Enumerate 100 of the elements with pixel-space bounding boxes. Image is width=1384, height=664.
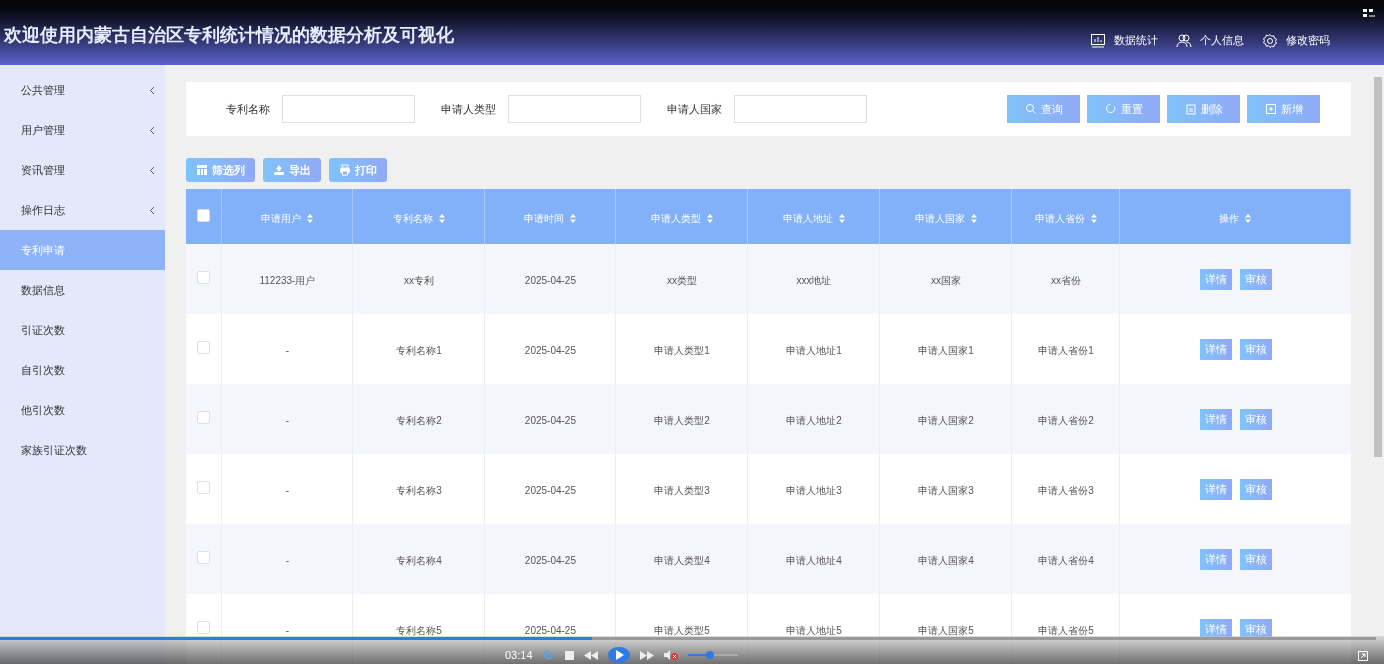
table-cell: 申请人国家3 <box>918 485 974 496</box>
table-cell: 112233-用户 <box>259 275 316 286</box>
settings-icon <box>1262 32 1278 49</box>
fullscreen-icon <box>1362 8 1376 20</box>
table-cell: 2025-04-25 <box>524 555 576 566</box>
table-cell: xx国家 <box>930 275 961 286</box>
repeat-icon <box>542 649 555 662</box>
field-label: 申请人类型 <box>440 101 496 117</box>
table-cell: xx专利 <box>403 275 434 286</box>
rewind-icon <box>583 650 598 660</box>
column-header[interactable]: 操作 <box>1219 210 1252 226</box>
action-button[interactable]: 新增 <box>1247 95 1321 123</box>
nav-link[interactable]: 修改密码 <box>1262 32 1330 49</box>
table-cell: 专利名称3 <box>396 485 442 496</box>
volume-thumb[interactable] <box>706 651 715 660</box>
table-cell: 2025-04-25 <box>524 415 576 426</box>
column-header[interactable]: 申请时间 <box>524 210 577 226</box>
column-header[interactable]: 申请用户 <box>261 210 314 226</box>
toolbar-button[interactable]: 导出 <box>262 158 321 182</box>
nav-link[interactable]: 数据统计 <box>1090 32 1158 49</box>
action-button[interactable]: 查询 <box>1007 95 1081 123</box>
table-row[interactable]: - 专利名称3 2025-04-25 申请人类型3 申请人地址3 申请人国家3 申请人省份3 详情 审核 <box>185 454 1351 524</box>
row-action-button[interactable]: 详情 <box>1199 408 1232 430</box>
sidebar-item[interactable]: 公共管理 <box>0 70 165 110</box>
row-action-button[interactable]: 审核 <box>1239 548 1272 570</box>
table-cell: - <box>285 555 290 566</box>
table-cell: 申请人类型2 <box>654 415 710 426</box>
chevron-left-icon <box>148 125 155 135</box>
table-cell: 申请人类型1 <box>654 345 710 356</box>
row-action-button[interactable]: 审核 <box>1239 338 1272 360</box>
checkbox[interactable] <box>197 341 211 354</box>
column-header[interactable]: 申请人国家 <box>914 210 977 226</box>
row-action-button[interactable]: 详情 <box>1199 478 1232 500</box>
table-row[interactable]: - 专利名称4 2025-04-25 申请人类型4 申请人地址4 申请人国家4 申请人省份4 详情 审核 <box>185 524 1351 594</box>
table-row[interactable]: - 专利名称2 2025-04-25 申请人类型2 申请人地址2 申请人国家2 申请人省份2 详情 审核 <box>185 384 1351 454</box>
input-field[interactable] <box>507 95 641 123</box>
table-cell: 申请人国家2 <box>918 415 974 426</box>
table-row[interactable]: 112233-用户 xx专利 2025-04-25 xx类型 xxx地址 xx国家 xx省份 详情 审核 <box>185 244 1351 314</box>
row-action-button[interactable]: 详情 <box>1199 338 1232 360</box>
input-field[interactable] <box>733 95 867 123</box>
toolbar-button[interactable]: 打印 <box>328 158 387 182</box>
chevron-left-icon <box>148 85 155 95</box>
column-header[interactable]: 申请人省份 <box>1034 210 1097 226</box>
table-cell: 申请人省份2 <box>1038 415 1094 426</box>
checkbox[interactable] <box>197 621 211 634</box>
volume-slider[interactable] <box>687 654 738 657</box>
table-cell: - <box>285 415 290 426</box>
table-cell: 专利名称1 <box>396 345 442 356</box>
table-cell: 申请人地址1 <box>786 345 842 356</box>
input-field[interactable] <box>281 95 415 123</box>
row-action-button[interactable]: 详情 <box>1199 548 1232 570</box>
sidebar-item[interactable]: 用户管理 <box>0 110 165 150</box>
sort-icon <box>838 213 845 223</box>
table-cell: 2025-04-25 <box>524 625 576 636</box>
progress-track[interactable] <box>0 637 1376 640</box>
sidebar-item[interactable]: 数据信息 <box>0 270 165 310</box>
table-cell: 申请人类型4 <box>654 555 710 566</box>
checkbox[interactable] <box>197 271 211 284</box>
checkbox[interactable] <box>197 551 211 564</box>
checkbox[interactable] <box>197 411 211 424</box>
row-action-button[interactable]: 审核 <box>1239 478 1272 500</box>
sidebar-item[interactable]: 自引次数 <box>0 350 165 390</box>
table-cell: 申请人地址4 <box>786 555 842 566</box>
toolbar-button[interactable]: 筛选列 <box>185 158 255 182</box>
row-action-button[interactable]: 审核 <box>1239 408 1272 430</box>
row-action-button[interactable]: 审核 <box>1239 268 1272 290</box>
delete-icon <box>1184 103 1197 115</box>
action-button[interactable]: 重置 <box>1087 95 1161 123</box>
table-cell: 申请人类型3 <box>654 485 710 496</box>
sort-icon <box>706 213 713 223</box>
column-header[interactable]: 申请人地址 <box>782 210 845 226</box>
table-cell: 专利名称5 <box>396 625 442 636</box>
sidebar-item[interactable]: 家族引证次数 <box>0 430 165 470</box>
sort-icon <box>307 213 314 223</box>
sidebar-item[interactable]: 操作日志 <box>0 190 165 230</box>
table-row[interactable]: - 专利名称1 2025-04-25 申请人类型1 申请人地址1 申请人国家1 申请人省份1 详情 审核 <box>185 314 1351 384</box>
sidebar-item[interactable]: 他引次数 <box>0 390 165 430</box>
table-cell: 申请人省份3 <box>1038 485 1094 496</box>
row-action-button[interactable]: 详情 <box>1199 268 1232 290</box>
action-button[interactable]: 删除 <box>1167 95 1241 123</box>
checkbox[interactable] <box>197 481 211 494</box>
time-display: 03:14 <box>505 648 533 663</box>
table-cell: 2025-04-25 <box>524 345 576 356</box>
column-header[interactable]: 专利名称 <box>392 210 445 226</box>
sidebar-item[interactable]: 引证次数 <box>0 310 165 350</box>
table-cell: - <box>285 345 290 356</box>
table-cell: 申请人省份1 <box>1038 345 1094 356</box>
checkbox[interactable] <box>197 208 211 222</box>
table-cell: - <box>285 625 290 636</box>
nav-link[interactable]: 个人信息 <box>1176 32 1244 49</box>
column-header[interactable]: 申请人类型 <box>650 210 713 226</box>
play-icon <box>607 647 630 664</box>
search-icon <box>1024 103 1037 115</box>
add-icon <box>1264 103 1277 115</box>
chart-icon <box>1090 32 1106 49</box>
sidebar-item[interactable]: 资讯管理 <box>0 150 165 190</box>
table-cell: 专利名称4 <box>396 555 442 566</box>
table-cell: 申请人国家4 <box>918 555 974 566</box>
sidebar-item[interactable]: 专利申请 <box>0 230 165 270</box>
resize-icon <box>1358 651 1368 661</box>
